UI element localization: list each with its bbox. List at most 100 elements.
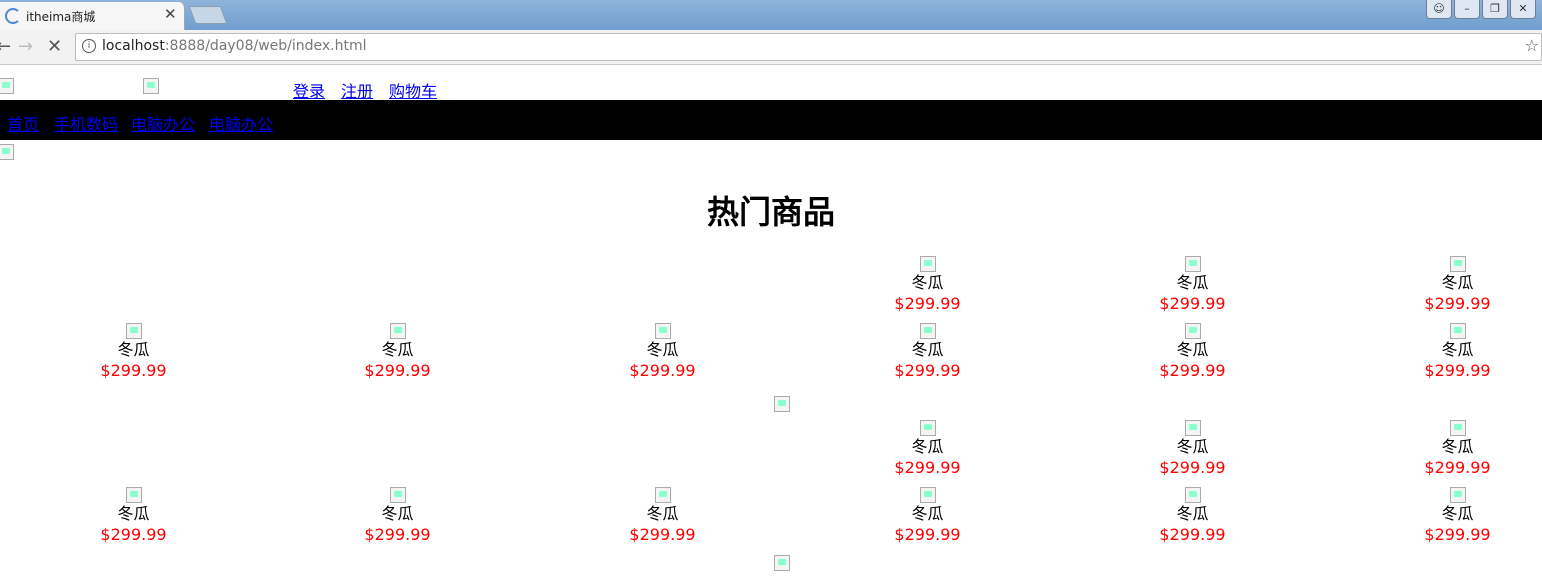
product-price: $299.99 — [1159, 294, 1226, 313]
product-image[interactable] — [654, 487, 671, 503]
product-price: $299.99 — [894, 525, 961, 544]
nav-item-home[interactable]: 首页 — [7, 111, 39, 135]
product-name: 冬瓜 — [381, 504, 414, 523]
product-name: 冬瓜 — [646, 340, 679, 359]
product-image[interactable] — [1449, 256, 1466, 272]
banner-image — [0, 144, 14, 160]
product-card[interactable]: 冬瓜 $299.99 — [530, 487, 795, 545]
loading-icon — [5, 8, 21, 24]
product-price: $299.99 — [100, 361, 167, 380]
product-name: 冬瓜 — [1176, 340, 1209, 359]
product-name: 冬瓜 — [1441, 504, 1474, 523]
product-price: $299.99 — [894, 294, 961, 313]
product-card[interactable]: 冬瓜 $299.99 — [795, 420, 1060, 478]
product-name: 冬瓜 — [911, 273, 944, 292]
product-price: $299.99 — [100, 525, 167, 544]
product-card[interactable]: 冬瓜 $299.99 — [1, 323, 266, 381]
product-card[interactable]: 冬瓜 $299.99 — [1060, 420, 1325, 478]
nav-item-phones[interactable]: 手机数码 — [54, 111, 118, 135]
product-card[interactable]: 冬瓜 $299.99 — [795, 323, 1060, 381]
back-icon[interactable]: ← — [0, 36, 11, 57]
minimize-icon[interactable]: – — [1454, 0, 1480, 19]
register-link[interactable]: 注册 — [341, 82, 373, 101]
product-name: 冬瓜 — [1441, 273, 1474, 292]
product-card[interactable]: 冬瓜 $299.99 — [530, 323, 795, 381]
product-card[interactable]: 冬瓜 $299.99 — [1060, 256, 1325, 314]
product-card[interactable]: 冬瓜 $299.99 — [1060, 487, 1325, 545]
product-price: $299.99 — [1159, 525, 1226, 544]
product-card[interactable]: 冬瓜 $299.99 — [1325, 256, 1542, 314]
product-card[interactable]: 冬瓜 $299.99 — [795, 487, 1060, 545]
product-name: 冬瓜 — [117, 340, 150, 359]
product-image[interactable] — [1184, 256, 1201, 272]
header-image — [143, 78, 159, 94]
browser-tab[interactable]: itheima商城 ✕ — [0, 2, 185, 30]
bookmark-star-icon[interactable]: ☆ — [1525, 36, 1539, 55]
product-price: $299.99 — [364, 361, 431, 380]
nav-bar: 首页 手机数码 电脑办公 电脑办公 — [0, 100, 1542, 140]
section-title: 热门商品 — [706, 193, 835, 231]
ad-image — [774, 396, 790, 412]
product-name: 冬瓜 — [646, 504, 679, 523]
product-card[interactable]: 冬瓜 $299.99 — [265, 487, 530, 545]
product-card[interactable]: 冬瓜 $299.99 — [265, 323, 530, 381]
new-tab-button[interactable] — [188, 6, 228, 24]
product-image[interactable] — [919, 323, 936, 339]
close-window-icon[interactable]: ✕ — [1510, 0, 1536, 19]
product-price: $299.99 — [629, 361, 696, 380]
product-image[interactable] — [389, 487, 406, 503]
tab-close-icon[interactable]: ✕ — [164, 5, 177, 23]
product-card[interactable]: 冬瓜 $299.99 — [1060, 323, 1325, 381]
product-price: $299.99 — [1424, 294, 1491, 313]
ad-image — [774, 555, 790, 571]
product-price: $299.99 — [629, 525, 696, 544]
product-price: $299.99 — [1424, 525, 1491, 544]
address-bar[interactable]: i localhost:8888/day08/web/index.html ☆ — [75, 33, 1542, 61]
browser-toolbar: ← → ✕ i localhost:8888/day08/web/index.h… — [0, 30, 1542, 65]
product-card[interactable]: 冬瓜 $299.99 — [1325, 420, 1542, 478]
nav-item-computers[interactable]: 电脑办公 — [131, 111, 195, 135]
product-image[interactable] — [919, 487, 936, 503]
product-image[interactable] — [1449, 487, 1466, 503]
product-price: $299.99 — [1159, 458, 1226, 477]
product-price: $299.99 — [894, 458, 961, 477]
top-links: 登录 注册 购物车 — [293, 78, 453, 102]
nav-item-computers-2[interactable]: 电脑办公 — [209, 111, 273, 135]
product-name: 冬瓜 — [1176, 504, 1209, 523]
product-image[interactable] — [1184, 487, 1201, 503]
product-image[interactable] — [389, 323, 406, 339]
product-image[interactable] — [125, 323, 142, 339]
product-name: 冬瓜 — [1441, 340, 1474, 359]
product-image[interactable] — [1184, 323, 1201, 339]
stop-icon[interactable]: ✕ — [47, 36, 62, 57]
forward-icon[interactable]: → — [18, 36, 33, 57]
product-image[interactable] — [654, 323, 671, 339]
url-text: localhost:8888/day08/web/index.html — [102, 38, 367, 54]
product-price: $299.99 — [1424, 361, 1491, 380]
product-name: 冬瓜 — [911, 437, 944, 456]
product-price: $299.99 — [364, 525, 431, 544]
product-name: 冬瓜 — [117, 504, 150, 523]
window-controls: ☺ – ❐ ✕ — [1426, 0, 1536, 19]
product-image[interactable] — [125, 487, 142, 503]
login-link[interactable]: 登录 — [293, 82, 325, 101]
product-price: $299.99 — [894, 361, 961, 380]
product-image[interactable] — [1449, 323, 1466, 339]
product-card[interactable]: 冬瓜 $299.99 — [1325, 323, 1542, 381]
product-card[interactable]: 冬瓜 $299.99 — [1325, 487, 1542, 545]
product-image[interactable] — [1449, 420, 1466, 436]
product-card[interactable]: 冬瓜 $299.99 — [795, 256, 1060, 314]
product-image[interactable] — [1184, 420, 1201, 436]
user-icon[interactable]: ☺ — [1426, 0, 1452, 19]
cart-link[interactable]: 购物车 — [389, 82, 437, 101]
info-icon[interactable]: i — [82, 39, 96, 53]
tab-title: itheima商城 — [26, 10, 96, 24]
product-image[interactable] — [919, 256, 936, 272]
product-image[interactable] — [919, 420, 936, 436]
product-name: 冬瓜 — [911, 340, 944, 359]
product-card[interactable]: 冬瓜 $299.99 — [1, 487, 266, 545]
product-price: $299.99 — [1159, 361, 1226, 380]
product-name: 冬瓜 — [911, 504, 944, 523]
browser-titlebar: itheima商城 ✕ ☺ – ❐ ✕ — [0, 0, 1542, 30]
restore-icon[interactable]: ❐ — [1482, 0, 1508, 19]
